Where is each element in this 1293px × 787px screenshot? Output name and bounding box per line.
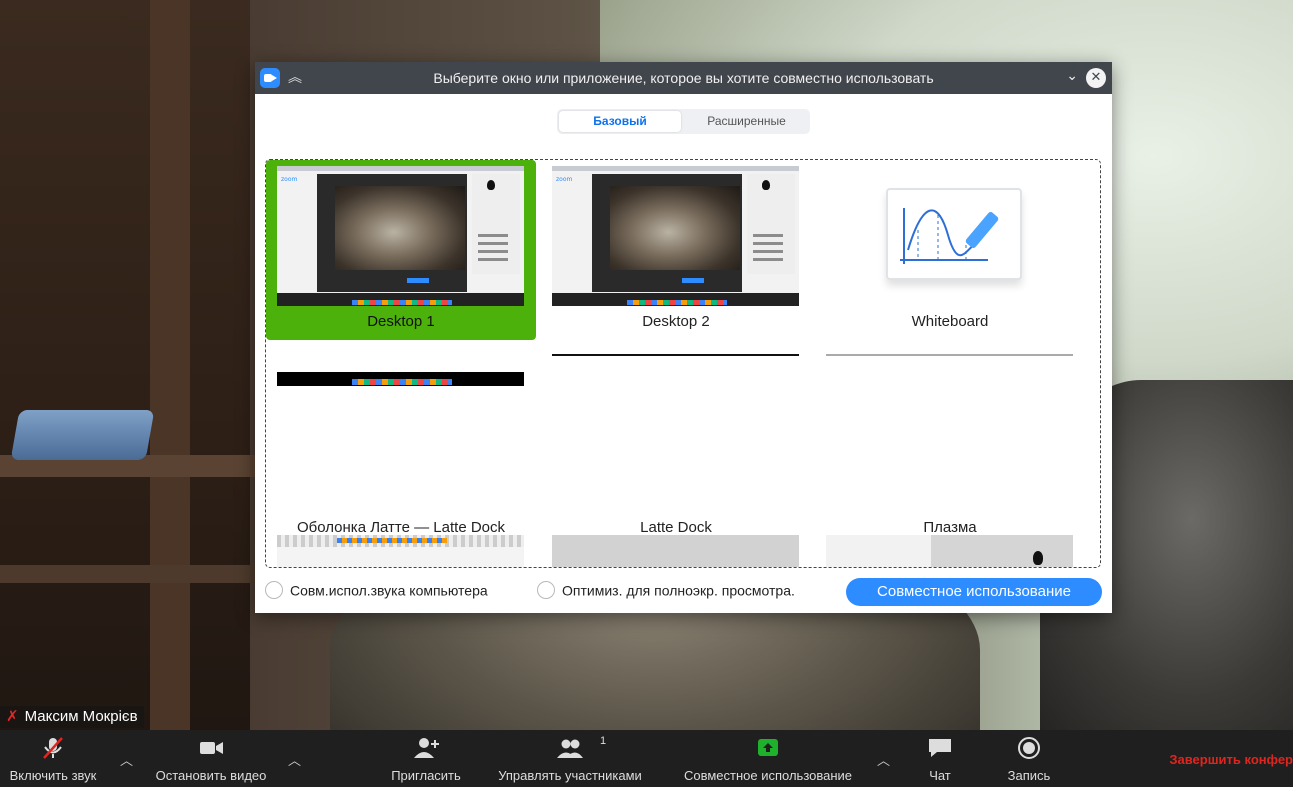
stop-video-button[interactable]: Остановить видео — [146, 730, 276, 787]
mic-muted-icon — [43, 737, 63, 759]
checkbox-icon — [537, 581, 555, 600]
tile-desktop-1[interactable]: zoom Desktop 1 — [266, 160, 536, 340]
row3-thumbnail — [277, 535, 524, 567]
thumb-zoom-text: zoom — [281, 176, 298, 183]
share-tabs: Базовый Расширенные — [557, 109, 810, 134]
participants-count: 1 — [600, 735, 607, 747]
video-bookshelf — [0, 0, 250, 730]
tile-whiteboard[interactable]: Whiteboard — [815, 160, 1085, 340]
participant-name-label: ✗ Максим Мокрієв — [0, 706, 144, 728]
add-person-icon — [414, 738, 439, 758]
row3-thumbnail — [826, 535, 1073, 567]
video-shelf-post — [150, 0, 190, 730]
muted-mic-icon: ✗ — [6, 708, 19, 725]
chat-button[interactable]: Чат — [910, 730, 970, 787]
tile-separator — [826, 354, 1073, 356]
end-meeting-button[interactable]: Завершить конфер — [1169, 752, 1293, 767]
share-screen-button[interactable]: Совместное использование — [670, 730, 866, 787]
tab-basic[interactable]: Базовый — [559, 111, 681, 132]
record-button[interactable]: Запись — [994, 730, 1064, 787]
tile-label: Whiteboard — [911, 313, 989, 330]
dialog-title: Выберите окно или приложение, которое вы… — [433, 70, 934, 86]
close-icon[interactable]: ✕ — [1086, 68, 1106, 88]
tile-plasma[interactable]: Плазма — [815, 366, 1085, 546]
video-blue-object — [10, 410, 155, 460]
share-button[interactable]: Совместное использование — [846, 578, 1102, 606]
tile-latte-dock-shell[interactable]: Оболонка Латте — Latte Dock — [266, 366, 536, 546]
participants-icon — [557, 739, 583, 758]
dialog-titlebar: ︽ Выберите окно или приложение, которое … — [255, 62, 1112, 94]
audio-options-chevron-icon[interactable]: ︿ — [120, 750, 133, 769]
tile-label: Desktop 2 — [642, 313, 710, 330]
latte-shell-thumbnail — [277, 372, 524, 512]
whiteboard-icon — [886, 188, 1022, 280]
tile-row3-2[interactable] — [541, 529, 811, 567]
share-options-chevron-icon[interactable]: ︿ — [877, 750, 890, 769]
dialog-footer: Совм.испол.звука компьютера Оптимиз. для… — [255, 573, 1112, 613]
meeting-toolbar: Включить звук ︿ Остановить видео ︿ Пригл… — [0, 730, 1293, 787]
desktop-1-thumbnail: zoom — [277, 166, 524, 306]
row3-thumbnail — [552, 535, 799, 567]
share-source-grid: zoom Desktop 1 zoom Desktop 2 Whiteboard… — [265, 159, 1101, 568]
video-options-chevron-icon[interactable]: ︿ — [288, 750, 301, 769]
tile-row3-1[interactable] — [266, 529, 536, 567]
share-computer-sound-checkbox[interactable]: Совм.испол.звука компьютера — [265, 581, 488, 605]
linux-icon — [762, 180, 770, 190]
latte-dock-thumbnail — [552, 372, 799, 512]
thumb-zoom-text: zoom — [556, 176, 573, 183]
linux-icon — [487, 180, 495, 190]
checkbox-icon — [265, 581, 283, 600]
share-screen-icon — [758, 739, 778, 756]
record-icon — [1018, 737, 1040, 759]
share-screen-dialog: ︽ Выберите окно или приложение, которое … — [255, 62, 1112, 613]
video-camera-icon — [200, 742, 223, 754]
chevron-down-icon[interactable]: ⌄ — [1066, 68, 1078, 84]
tab-advanced[interactable]: Расширенные — [685, 111, 808, 132]
optimize-fullscreen-checkbox[interactable]: Оптимиз. для полноэкр. просмотра. — [537, 581, 795, 605]
plasma-thumbnail — [826, 372, 1073, 512]
tile-row3-3[interactable] — [815, 529, 1085, 567]
invite-button[interactable]: Пригласить — [382, 730, 470, 787]
tile-separator — [552, 354, 799, 356]
tile-desktop-2[interactable]: zoom Desktop 2 — [541, 160, 811, 340]
unmute-button[interactable]: Включить звук — [0, 730, 106, 787]
desktop-2-thumbnail: zoom — [552, 166, 799, 306]
video-shelf-plank — [0, 565, 255, 583]
tile-latte-dock[interactable]: Latte Dock — [541, 366, 811, 546]
manage-participants-button[interactable]: 1 Управлять участниками — [484, 730, 656, 787]
whiteboard-thumbnail — [826, 166, 1073, 306]
tile-label: Desktop 1 — [367, 313, 435, 330]
chat-icon — [929, 739, 951, 757]
